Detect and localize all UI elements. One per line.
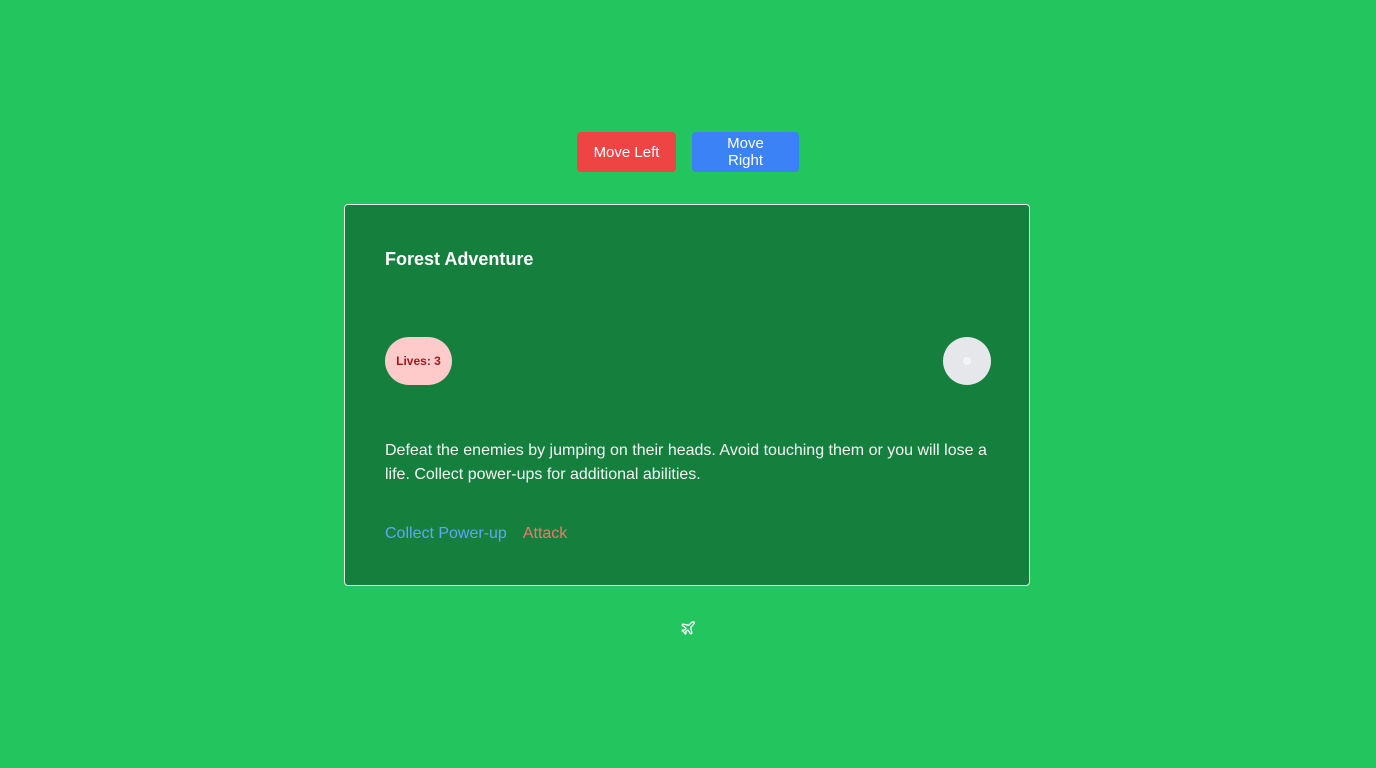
enemy-icon xyxy=(943,337,991,385)
game-description: Defeat the enemies by jumping on their h… xyxy=(385,442,987,483)
movement-controls: Move Left Move Right xyxy=(0,132,1376,172)
collect-powerup-link[interactable]: Collect Power-up xyxy=(385,525,507,543)
attack-link[interactable]: Attack xyxy=(523,525,567,543)
lives-badge: Lives: 3 xyxy=(385,337,452,385)
enemy-eye xyxy=(963,357,971,365)
game-actions: Collect Power-up Attack xyxy=(385,525,567,543)
plane-icon xyxy=(681,621,695,635)
game-card: Forest Adventure Lives: 3 Defeat the ene… xyxy=(344,204,1030,586)
move-left-button[interactable]: Move Left xyxy=(577,132,676,172)
game-title: Forest Adventure xyxy=(385,249,534,269)
move-right-button[interactable]: Move Right xyxy=(692,132,799,172)
game-screen: Move Left Move Right Forest Adventure Li… xyxy=(0,0,1376,768)
